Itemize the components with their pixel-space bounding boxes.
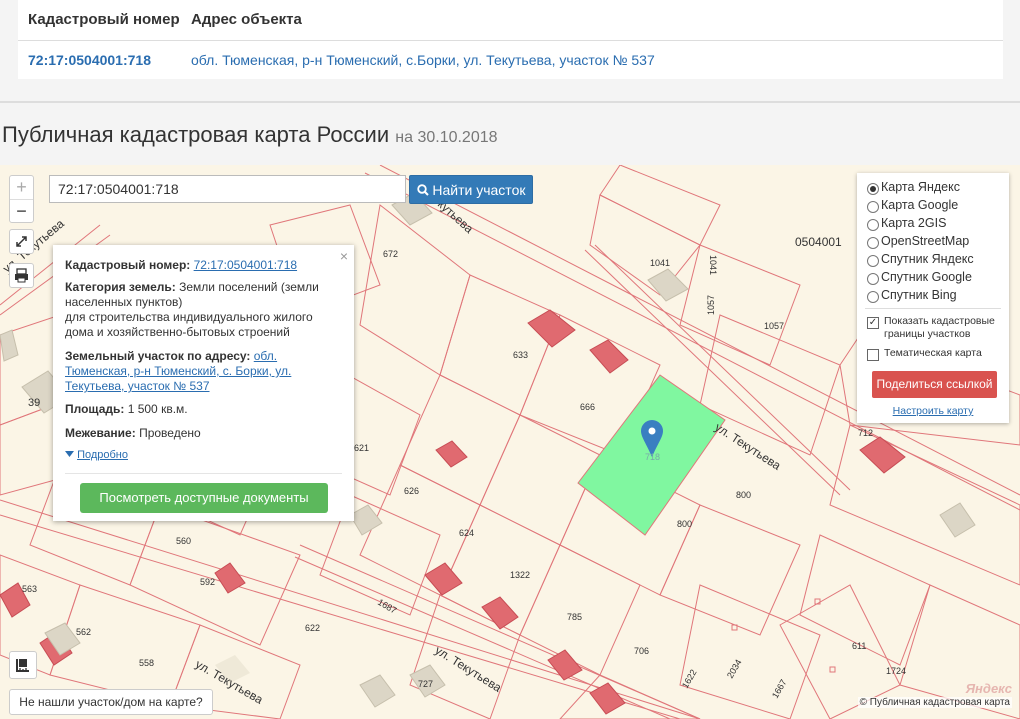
parcel-label-718: 718 xyxy=(645,452,661,462)
zoom-control: + − xyxy=(9,175,34,223)
parcel-label: 800 xyxy=(736,490,752,500)
survey-label: Межевание: xyxy=(65,426,136,440)
parcel-label: 558 xyxy=(139,658,155,668)
parcel-label: 1057 xyxy=(764,321,785,331)
copyright-text: © Публичная кадастровая карта xyxy=(857,697,1012,708)
parcel-label: 592 xyxy=(200,577,216,587)
address-link[interactable]: обл. Тюменская, р-н Тюменский, с.Борки, … xyxy=(191,52,655,68)
column-header-address: Адрес объекта xyxy=(191,11,302,28)
cadastral-map[interactable]: 0504001 ул. Текутьева ул. Текутьева ул. … xyxy=(0,165,1020,719)
radio-icon xyxy=(867,255,879,267)
parcel-label: 1322 xyxy=(510,570,531,580)
parcel-label: 1041 xyxy=(650,258,671,268)
more-link[interactable]: Подробно xyxy=(77,449,128,461)
parcel-label: 800 xyxy=(677,519,693,529)
table-row[interactable]: 72:17:0504001:718 обл. Тюменская, р-н Тю… xyxy=(18,41,1003,79)
parcel-label: 1724 xyxy=(886,666,907,676)
parcel-label: 563 xyxy=(22,584,38,594)
printer-icon xyxy=(15,268,28,283)
survey-value: Проведено xyxy=(139,426,201,440)
popup-area: Площадь: 1 500 кв.м. xyxy=(65,402,343,417)
category-use: для строительства индивидуального жилого… xyxy=(65,310,313,339)
popup-address: Земельный участок по адресу: обл. Тюменс… xyxy=(65,349,343,394)
area-label: Площадь: xyxy=(65,402,125,416)
parcel-label: 622 xyxy=(305,623,321,633)
column-header-cadastral: Кадастровый номер xyxy=(28,11,180,28)
zoom-out-button[interactable]: − xyxy=(10,200,33,223)
parcel-info-popup: × Кадастровый номер: 72:17:0504001:718 К… xyxy=(53,245,354,521)
area-value: 1 500 кв.м. xyxy=(127,402,188,416)
configure-map-link[interactable]: Настроить карту xyxy=(857,405,1009,417)
radio-icon xyxy=(867,273,879,285)
print-button[interactable] xyxy=(9,263,34,288)
cadastral-number-link[interactable]: 72:17:0504001:718 xyxy=(28,52,151,68)
parcel-label: 672 xyxy=(383,249,399,259)
not-found-button[interactable]: Не нашли участок/дом на карте? xyxy=(9,689,213,715)
caret-down-icon xyxy=(65,451,74,457)
parcel-label: 727 xyxy=(418,679,434,689)
popup-category: Категория земель: Земли поселений (земли… xyxy=(65,280,343,340)
page-title-main: Публичная кадастровая карта России xyxy=(2,122,390,147)
parcel-label: 621 xyxy=(354,443,370,453)
find-parcel-button[interactable]: Найти участок xyxy=(409,175,533,204)
radio-icon xyxy=(867,183,879,195)
fullscreen-button[interactable] xyxy=(9,229,34,254)
parcel-label: 626 xyxy=(404,486,420,496)
popup-more[interactable]: Подробно xyxy=(65,448,343,463)
parcel-label: 562 xyxy=(76,627,92,637)
view-documents-button[interactable]: Посмотреть доступные документы xyxy=(80,483,328,513)
parcel-label: 611 xyxy=(852,641,867,651)
expand-icon xyxy=(16,236,27,247)
map-layers-panel: Карта Яндекс Карта Google Карта 2GIS Ope… xyxy=(857,173,1009,423)
popup-divider xyxy=(65,473,342,474)
quarter-label: 0504001 xyxy=(795,235,842,249)
page-title: Публичная кадастровая карта России на 30… xyxy=(2,122,498,148)
radio-icon xyxy=(867,201,879,213)
section-divider xyxy=(0,101,1020,103)
popup-survey: Межевание: Проведено xyxy=(65,426,343,441)
radio-icon xyxy=(867,237,879,249)
cadastral-link[interactable]: 72:17:0504001:718 xyxy=(194,258,297,272)
checkbox-icon xyxy=(867,349,879,361)
search-input[interactable]: 72:17:0504001:718 xyxy=(49,175,406,203)
parcel-label: 785 xyxy=(567,612,583,622)
parcel-label: 666 xyxy=(580,402,596,412)
category-label: Категория земель: xyxy=(65,280,176,294)
layers-divider xyxy=(865,308,1001,309)
parcel-label: 1041 xyxy=(708,255,718,276)
share-link-button[interactable]: Поделиться ссылкой xyxy=(872,371,997,398)
radio-icon xyxy=(867,219,879,231)
parcel-label: 560 xyxy=(176,536,192,546)
checkmark-icon: ✓ xyxy=(867,317,879,329)
find-parcel-label: Найти участок xyxy=(432,182,526,198)
zoom-in-button[interactable]: + xyxy=(10,176,33,200)
results-table: Кадастровый номер Адрес объекта 72:17:05… xyxy=(18,0,1003,79)
yandex-logo: Яндекс xyxy=(965,681,1012,696)
parcel-label: 1057 xyxy=(706,294,716,315)
cadastral-label: Кадастровый номер: xyxy=(65,258,191,272)
parcel-label: 706 xyxy=(634,646,650,656)
popup-cadastral: Кадастровый номер: 72:17:0504001:718 xyxy=(65,258,343,273)
search-icon xyxy=(416,184,429,196)
parcel-label: 712 xyxy=(858,428,874,438)
ruler-button[interactable] xyxy=(9,651,37,679)
parcel-label: 39 xyxy=(28,397,41,409)
address-label: Земельный участок по адресу: xyxy=(65,349,251,363)
parcel-label: 633 xyxy=(513,350,529,360)
parcel-label: 624 xyxy=(459,528,475,538)
table-header: Кадастровый номер Адрес объекта xyxy=(18,0,1003,41)
ruler-icon xyxy=(16,659,29,672)
page-title-date: на 30.10.2018 xyxy=(395,129,498,146)
radio-icon xyxy=(867,291,879,303)
